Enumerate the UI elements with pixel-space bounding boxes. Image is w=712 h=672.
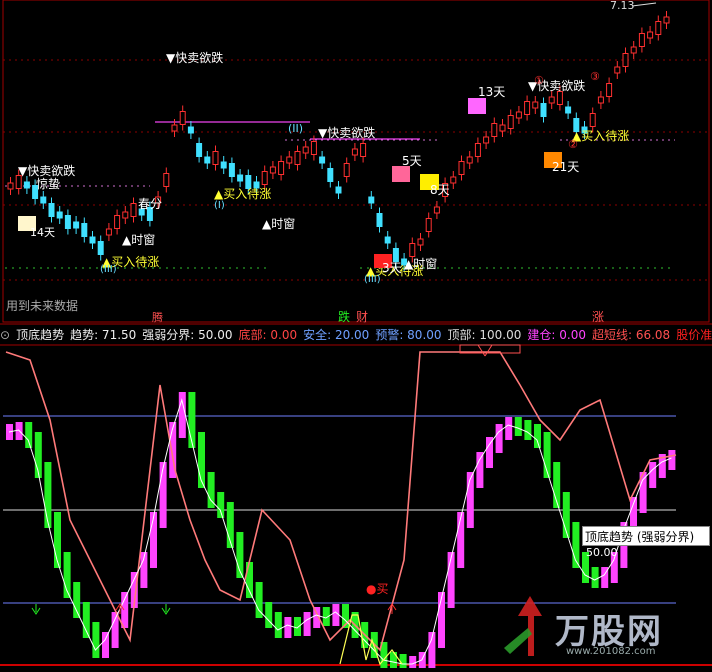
watermark-arrow-icon	[504, 596, 542, 656]
sell-signal-2: ▼快卖欲跌	[166, 50, 223, 65]
future-data-note: 用到未来数据	[6, 298, 78, 313]
trend-value: 趋势: 71.50	[70, 328, 137, 342]
top-price-label: 7.13	[610, 0, 635, 12]
low-label: 惊蛰	[36, 176, 60, 191]
spring-label: 春分	[138, 197, 162, 211]
roman-3b: (III)	[364, 274, 381, 285]
circle-1: ①	[534, 74, 544, 87]
time-window-1: ▲时窗	[122, 233, 155, 247]
day5-box	[392, 166, 410, 182]
day14-label: 14天	[30, 226, 55, 239]
marker-die: 跌	[338, 309, 350, 324]
day13-box	[468, 98, 486, 114]
day3-label: 3天	[382, 261, 402, 275]
marker-teng: 腾	[152, 310, 163, 324]
indicator-tooltip: 顶底趋势 (强弱分界)	[582, 526, 710, 546]
time-window-3: ▲时窗	[404, 257, 437, 271]
buy-signal-4: ▲买入待涨	[572, 128, 629, 143]
watermark-url: www.201082.com	[566, 646, 656, 657]
top-value: 顶部: 100.00	[447, 328, 522, 342]
day21-label: 21天	[552, 160, 579, 174]
sell-signal-1: ▼快卖欲跌	[18, 163, 75, 178]
tooltip-value: 50.00	[586, 546, 618, 559]
stock-ready: 股价准备	[676, 328, 712, 342]
build-value: 建仓: 0.00	[527, 328, 586, 342]
day5-label: 5天	[402, 154, 422, 168]
tooltip-text: 顶底趋势 (强弱分界)	[585, 530, 695, 544]
circle-2: ②	[568, 138, 578, 151]
roman-1: (I)	[214, 200, 225, 211]
indicator-name[interactable]: 顶底趋势	[16, 328, 64, 342]
marker-cai: 财	[356, 310, 368, 324]
bottom-value: 底部: 0.00	[238, 328, 298, 342]
safe-value: 安全: 20.00	[303, 328, 370, 342]
day8-label: 8天	[430, 183, 450, 197]
day13-label: 13天	[478, 85, 505, 99]
circle-3: ③	[590, 70, 600, 83]
indicator-header: ⊙ 顶底趋势 趋势: 71.50 强弱分界: 50.00 底部: 0.00 安全: 20.…	[0, 326, 712, 344]
marker-zhang: 涨	[592, 309, 604, 324]
strong-weak-value: 强弱分界: 50.00	[142, 328, 233, 342]
buy-signal-2: ▲买入待涨	[214, 186, 271, 201]
collapse-icon[interactable]: ⊙	[0, 328, 10, 342]
sell-signal-3: ▼快卖欲跌	[318, 125, 375, 140]
warn-value: 预警: 80.00	[375, 328, 442, 342]
roman-3a: (III)	[100, 264, 117, 275]
low-buy-marker: ●买	[366, 582, 388, 596]
time-window-2: ▲时窗	[262, 217, 295, 231]
roman-2: (II)	[288, 122, 303, 135]
short-value: 超短线: 66.08	[591, 328, 671, 342]
